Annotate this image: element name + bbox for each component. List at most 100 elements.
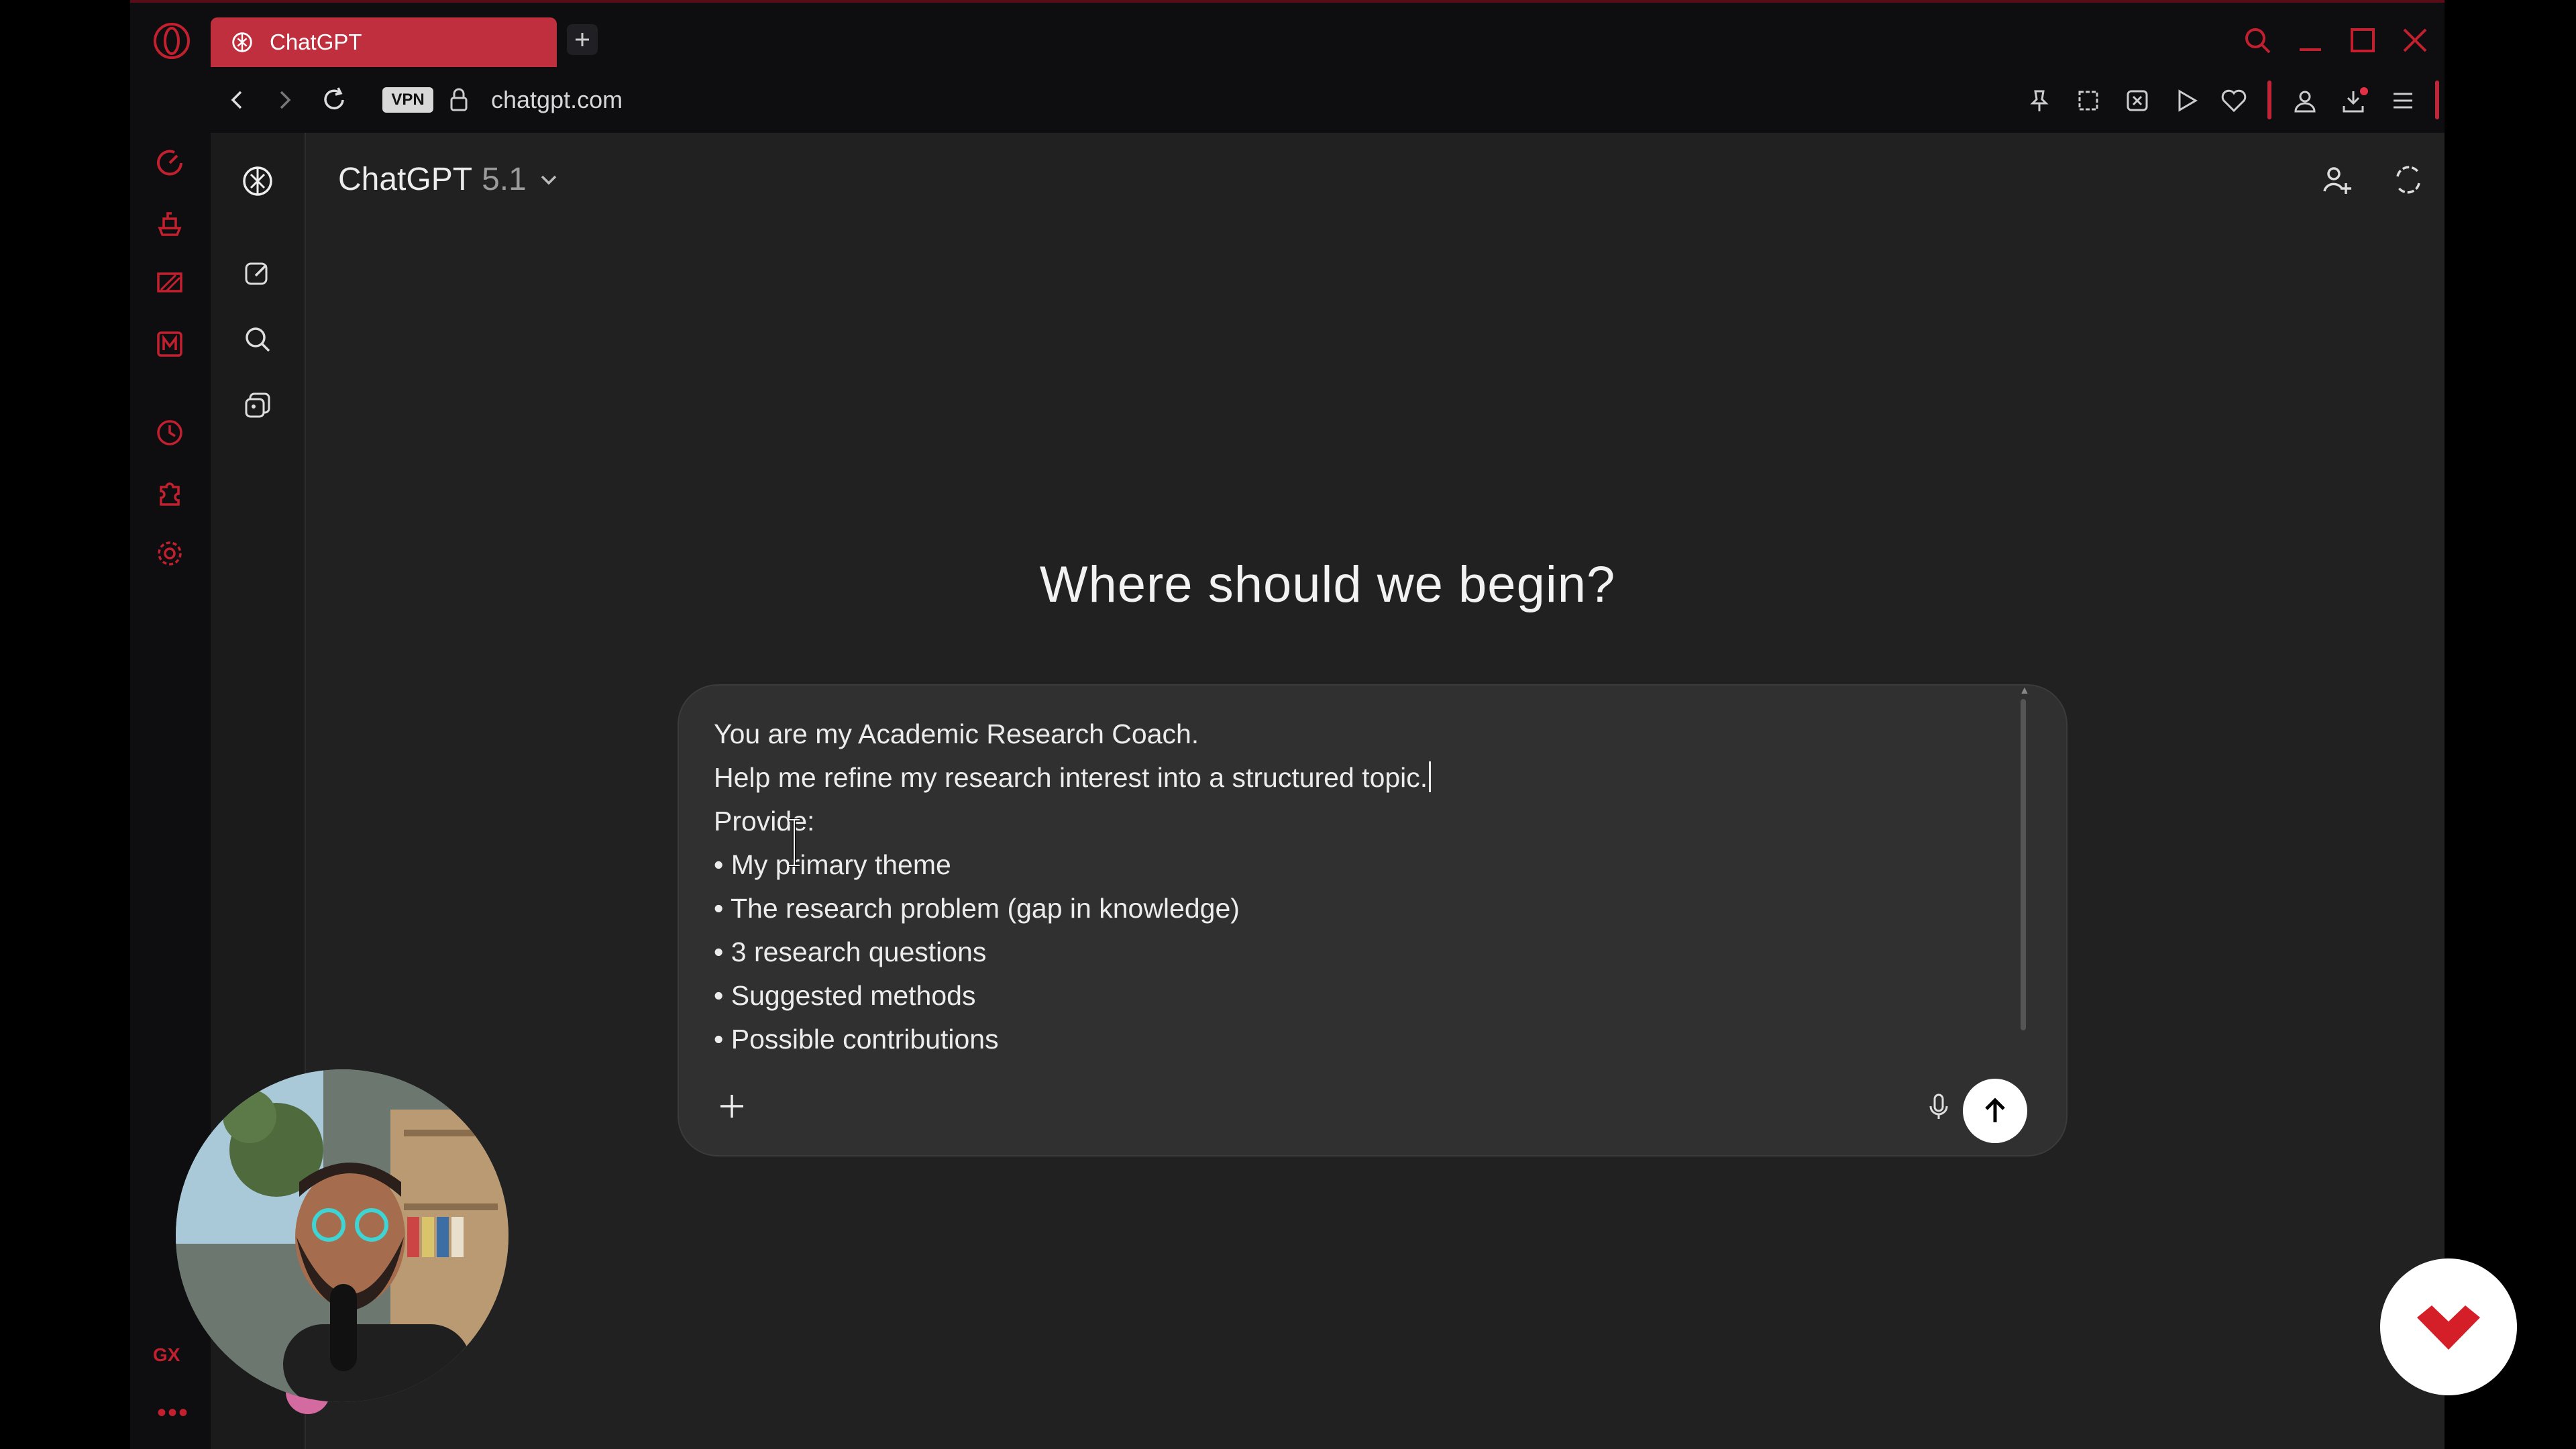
prompt-composer[interactable]: You are my Academic Research Coach. Help… [678,684,2068,1157]
prompt-line: • Possible contributions [714,1024,999,1055]
pin-icon [2030,90,2049,111]
search-icon [2245,28,2271,54]
reload-icon [324,87,344,109]
user-icon [2294,91,2316,113]
chevron-down-icon [541,175,557,184]
tab-title: ChatGPT [270,30,362,54]
temporary-chat-button[interactable] [2387,158,2430,201]
toolbar-edge [2435,80,2439,119]
tab-strip: ChatGPT [130,0,2445,80]
chatgpt-page: ChatGPT 5.1 Where should we begin? You a… [211,133,2445,1449]
back-button[interactable] [218,80,257,119]
microphone-icon [1929,1093,1948,1119]
adblock-button[interactable] [2120,83,2155,118]
crop-icon [2078,91,2098,111]
ship-icon [158,212,182,236]
close-icon [2403,28,2427,52]
sidebar-item-messenger[interactable] [150,325,189,364]
download-icon [2343,87,2368,113]
plus-icon [576,33,589,46]
model-version: 5.1 [482,162,527,197]
add-user-icon [2323,167,2351,194]
chatgpt-home-button[interactable] [237,161,278,201]
text-caret [1429,761,1432,792]
address-bar[interactable]: chatgpt.com [491,86,623,114]
sidebar-item-extensions[interactable] [150,474,189,513]
model-selector[interactable]: ChatGPT 5.1 [338,161,560,198]
presenter-video [176,1069,508,1402]
twitch-icon [157,272,182,292]
images-icon [245,392,270,418]
sidebar-item-settings[interactable] [150,534,189,573]
puzzle-icon [160,482,180,506]
tab-chatgpt[interactable]: ChatGPT [211,17,557,67]
webcam-overlay [176,1069,508,1402]
prompt-input[interactable]: You are my Academic Research Coach. Help… [714,712,1999,1079]
sidebar-item-gx-corner[interactable] [150,204,189,243]
prompt-line: • 3 research questions [714,936,987,967]
gauge-icon [157,150,182,176]
close-button[interactable] [2396,19,2434,62]
minimize-icon [2300,48,2321,51]
search-icon [246,327,270,352]
downloads-button[interactable] [2337,83,2372,118]
channel-logo-badge [2380,1258,2517,1395]
send-button[interactable] [1963,1079,2027,1143]
prompt-line: • My primary theme [714,849,951,880]
search-chats-button[interactable] [237,319,278,360]
prompt-line: • The research problem (gap in knowledge… [714,893,1240,924]
sidebar-item-gx-control[interactable] [150,144,189,182]
temporary-chat-icon [2396,166,2420,194]
scroll-up-arrow[interactable]: ▲ [2019,686,2030,696]
gx-logo[interactable]: GX [153,1344,180,1366]
search-tabs-button[interactable] [2239,19,2276,62]
sidebar-more-button[interactable]: ••• [157,1399,189,1426]
maximize-icon [2351,28,2375,52]
chatgpt-logo-icon [232,32,252,52]
reload-button[interactable] [315,80,354,119]
text-cursor-icon [789,818,800,867]
red-v-logo-icon [2417,1305,2480,1350]
edit-icon [245,262,268,285]
page-heading: Where should we begin? [1039,556,1616,613]
openai-logo-icon [243,166,272,196]
sidebar-item-twitch[interactable] [150,264,189,303]
m-logo-icon [157,331,182,357]
dictate-button[interactable] [1917,1085,1960,1128]
prompt-scrollbar[interactable] [2021,699,2026,1030]
chevron-right-icon [280,91,291,109]
shield-x-icon [2127,90,2148,111]
vpn-badge[interactable]: VPN [382,87,433,113]
player-button[interactable] [2169,83,2204,118]
prompt-line: Help me refine my research interest into… [714,762,1428,793]
attach-button[interactable] [708,1083,755,1130]
sidebar-item-history[interactable] [150,413,189,452]
easy-setup-button[interactable] [2385,83,2420,118]
bookmark-button[interactable] [2022,83,2057,118]
maximize-button[interactable] [2344,19,2381,62]
library-button[interactable] [237,385,278,425]
gear-icon [158,541,182,566]
prompt-line: • Suggested methods [714,980,976,1011]
prompt-line: You are my Academic Research Coach. [714,718,1199,749]
profile-button[interactable] [2288,83,2322,118]
model-name: ChatGPT [338,162,473,197]
new-tab-button[interactable] [567,24,598,55]
heart-icon [2221,89,2247,113]
snapshot-button[interactable] [2071,83,2106,118]
clock-icon [157,420,182,445]
lock-icon[interactable] [445,86,472,113]
share-button[interactable] [2316,158,2359,201]
arrow-up-icon [1985,1097,2005,1122]
play-icon [2178,89,2198,112]
menu-icon [2394,93,2412,109]
prompt-line: Provide: [714,806,815,837]
plus-icon [720,1095,743,1118]
chevron-left-icon [231,91,242,109]
minimize-button[interactable] [2292,19,2329,62]
opera-logo-icon[interactable] [152,21,191,60]
toolbar-divider [2267,80,2271,119]
favorites-button[interactable] [2216,83,2251,118]
forward-button[interactable] [265,80,304,119]
new-chat-button[interactable] [237,254,278,294]
